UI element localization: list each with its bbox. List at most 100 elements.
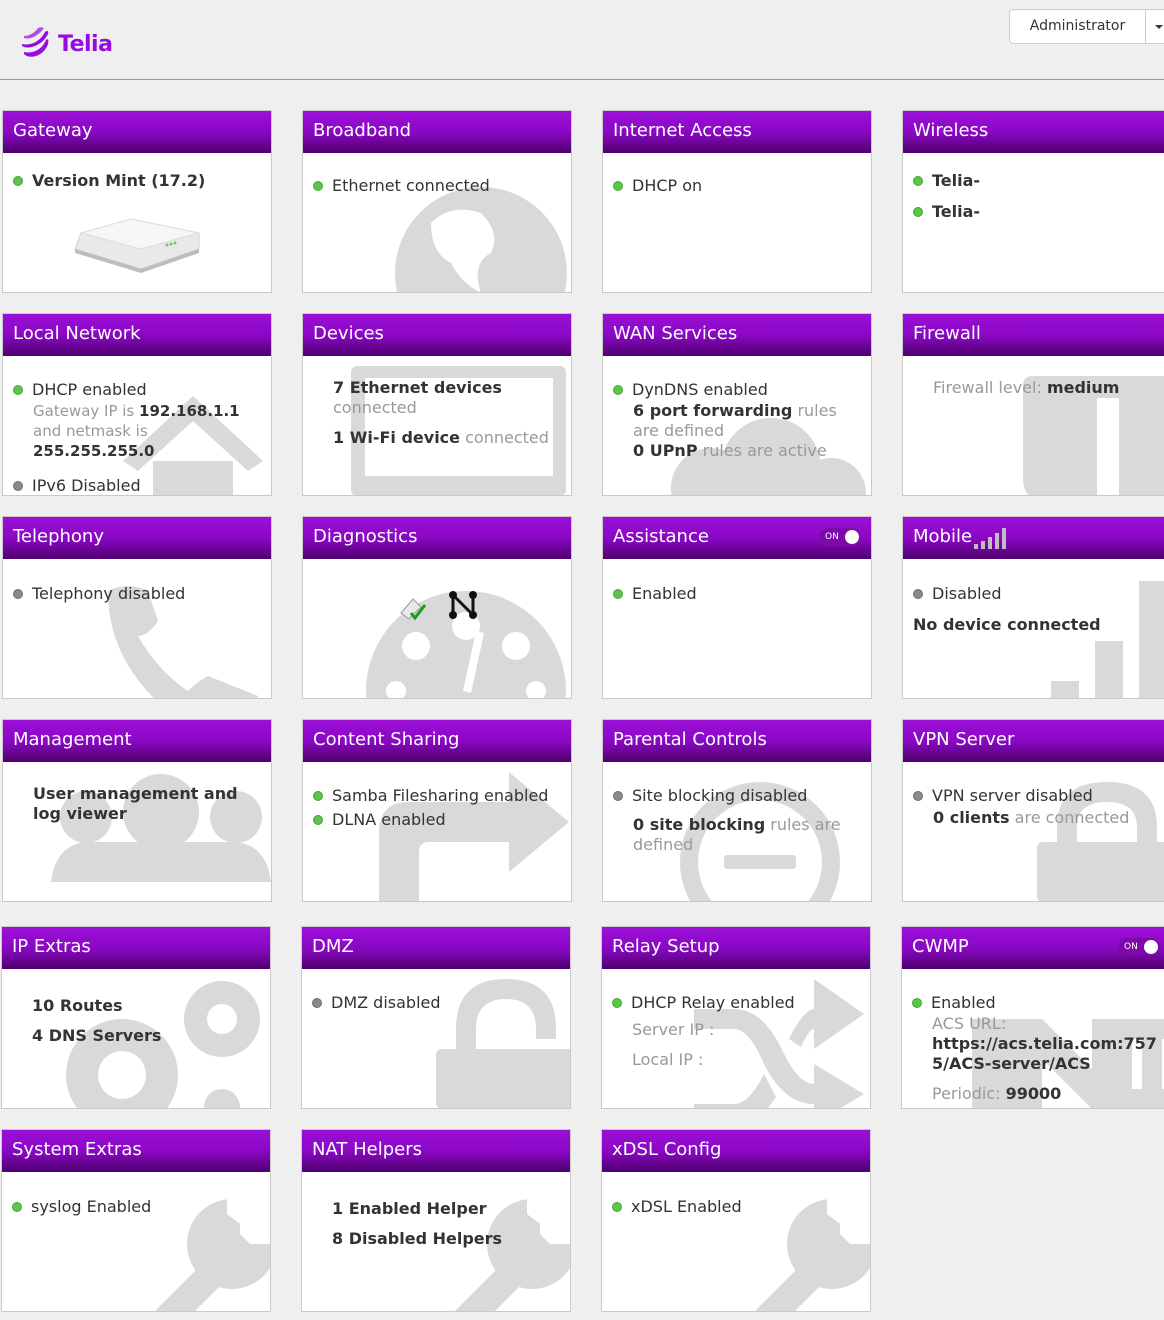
internet-status: DHCP on xyxy=(632,176,703,195)
card-title: Assistance xyxy=(613,526,709,547)
cwmp-periodic-label: Periodic: xyxy=(932,1084,1001,1103)
wan-upnp-suffix: rules are active xyxy=(702,441,827,460)
status-dot-icon xyxy=(613,384,623,395)
sysextras-status: syslog Enabled xyxy=(31,1197,152,1216)
status-dot-icon xyxy=(13,480,23,491)
wireless-ssid-2: Telia- xyxy=(932,202,981,221)
local-netmask-label: and netmask is xyxy=(33,422,148,440)
vpn-status: VPN server disabled xyxy=(932,786,1093,805)
parental-status: Site blocking disabled xyxy=(632,786,808,805)
card-vpn-server[interactable]: VPN Server VPN server disabled 0 clients… xyxy=(902,719,1164,902)
status-dot-icon xyxy=(313,790,323,801)
toggle-knob xyxy=(1144,940,1158,954)
mobile-device: No device connected xyxy=(913,615,1101,634)
ipextras-dns: 4 DNS Servers xyxy=(32,1026,162,1045)
wan-pf-count: 6 port forwarding xyxy=(633,401,793,420)
card-dmz[interactable]: DMZ DMZ disabled xyxy=(301,926,571,1109)
card-content-sharing[interactable]: Content Sharing Samba Filesharing enable… xyxy=(302,719,572,902)
broadband-status: Ethernet connected xyxy=(332,176,490,195)
local-gateway-ip: 192.168.1.1 xyxy=(139,402,240,420)
parental-suffix: rules are xyxy=(770,815,841,834)
status-dot-icon xyxy=(913,175,923,186)
status-dot-icon xyxy=(612,1201,622,1212)
card-xdsl-config[interactable]: xDSL Config xDSL Enabled xyxy=(601,1129,871,1312)
assistance-status: Enabled xyxy=(632,584,697,603)
card-wireless[interactable]: Wireless Telia- Telia- xyxy=(902,110,1164,293)
card-ip-extras[interactable]: IP Extras 10 Routes 4 DNS Servers xyxy=(1,926,271,1109)
card-title: System Extras xyxy=(2,1130,270,1172)
card-gateway[interactable]: Gateway Version Mint (17.2) xyxy=(2,110,272,293)
user-menu-button[interactable]: Administrator xyxy=(1009,9,1146,44)
card-mobile[interactable]: Mobile Disabled No device connected xyxy=(902,516,1164,699)
cwmp-toggle-label: ON xyxy=(1124,942,1138,952)
status-dot-icon xyxy=(13,175,23,186)
status-dot-icon xyxy=(613,180,623,191)
card-local-network[interactable]: Local Network DHCP enabled Gateway IP is… xyxy=(2,313,272,496)
brand-name: Telia xyxy=(58,31,113,57)
telephony-status: Telephony disabled xyxy=(32,584,186,603)
management-line1: User management and xyxy=(33,784,238,803)
assistance-toggle[interactable]: ON xyxy=(819,528,861,546)
status-dot-icon xyxy=(312,997,322,1008)
local-netmask: 255.255.255.0 xyxy=(33,442,155,460)
card-management[interactable]: Management User management and log viewe… xyxy=(2,719,272,902)
card-telephony[interactable]: Telephony Telephony disabled xyxy=(2,516,272,699)
cwmp-periodic: 99000 xyxy=(1005,1084,1062,1103)
card-title: Internet Access xyxy=(603,111,871,153)
local-dhcp: DHCP enabled xyxy=(32,380,147,399)
status-dot-icon xyxy=(613,790,623,801)
card-diagnostics[interactable]: Diagnostics xyxy=(302,516,572,699)
card-assistance[interactable]: Assistance ON Enabled xyxy=(602,516,872,699)
status-dot-icon xyxy=(313,814,323,825)
card-wan-services[interactable]: WAN Services DynDNS enabled 6 port forwa… xyxy=(602,313,872,496)
card-title: Firewall xyxy=(903,314,1164,356)
card-cwmp[interactable]: CWMP ON Enabled ACS URL: https://acs.tel… xyxy=(901,926,1164,1109)
traceroute-icon[interactable] xyxy=(447,589,479,621)
card-internet-access[interactable]: Internet Access DHCP on xyxy=(602,110,872,293)
signal-bars-icon xyxy=(974,528,1006,549)
card-title: IP Extras xyxy=(2,927,270,969)
xdsl-status: xDSL Enabled xyxy=(631,1197,742,1216)
wan-pf-suffix: rules xyxy=(797,401,837,420)
telia-logo-icon xyxy=(22,27,49,57)
card-title: Broadband xyxy=(303,111,571,153)
devices-ethernet-suffix: connected xyxy=(333,398,417,417)
parental-count: 0 site blocking xyxy=(633,815,766,834)
firewall-level: medium xyxy=(1046,378,1120,397)
user-menu-caret-icon[interactable] xyxy=(1145,9,1164,44)
card-parental-controls[interactable]: Parental Controls Site blocking disabled… xyxy=(602,719,872,902)
card-broadband[interactable]: Broadband Ethernet connected xyxy=(302,110,572,293)
page-header: Telia Administrator xyxy=(0,0,1164,80)
card-system-extras[interactable]: System Extras syslog Enabled xyxy=(1,1129,271,1312)
card-devices[interactable]: Devices 7 Ethernet devices connected 1 W… xyxy=(302,313,572,496)
card-title: Content Sharing xyxy=(303,720,571,762)
card-title: Mobile xyxy=(913,526,973,547)
card-firewall[interactable]: Firewall Firewall level: medium xyxy=(902,313,1164,496)
vpn-client-suffix: are connected xyxy=(1014,808,1130,827)
status-dot-icon xyxy=(13,384,23,395)
status-dot-icon xyxy=(613,588,623,599)
management-line2: log viewer xyxy=(33,804,127,823)
status-dot-icon xyxy=(612,997,622,1008)
local-gateway-label: Gateway IP is xyxy=(33,402,135,420)
cwmp-status: Enabled xyxy=(931,993,996,1012)
wan-upnp-count: 0 UPnP xyxy=(633,441,698,460)
card-relay-setup[interactable]: Relay Setup DHCP Relay enabled Server IP… xyxy=(601,926,871,1109)
firewall-level-label: Firewall level: xyxy=(933,378,1042,397)
network-check-icon[interactable] xyxy=(397,591,429,623)
telia-logo[interactable]: Telia xyxy=(18,26,113,62)
assistance-toggle-label: ON xyxy=(825,532,839,542)
relay-server-ip: Server IP : xyxy=(632,1020,715,1039)
card-title: Diagnostics xyxy=(303,517,571,559)
card-title: Relay Setup xyxy=(602,927,870,969)
card-title: Parental Controls xyxy=(603,720,871,762)
card-title: Management xyxy=(3,720,271,762)
status-dot-icon xyxy=(13,588,23,599)
sharing-dlna: DLNA enabled xyxy=(332,810,446,829)
cwmp-toggle[interactable]: ON xyxy=(1118,938,1160,956)
cwmp-url-2: 5/ACS-server/ACS xyxy=(932,1054,1091,1073)
status-dot-icon xyxy=(913,206,923,217)
card-nat-helpers[interactable]: NAT Helpers 1 Enabled Helper 8 Disabled … xyxy=(301,1129,571,1312)
sharing-samba: Samba Filesharing enabled xyxy=(332,786,549,805)
devices-ethernet-count: 7 Ethernet devices xyxy=(333,378,502,397)
